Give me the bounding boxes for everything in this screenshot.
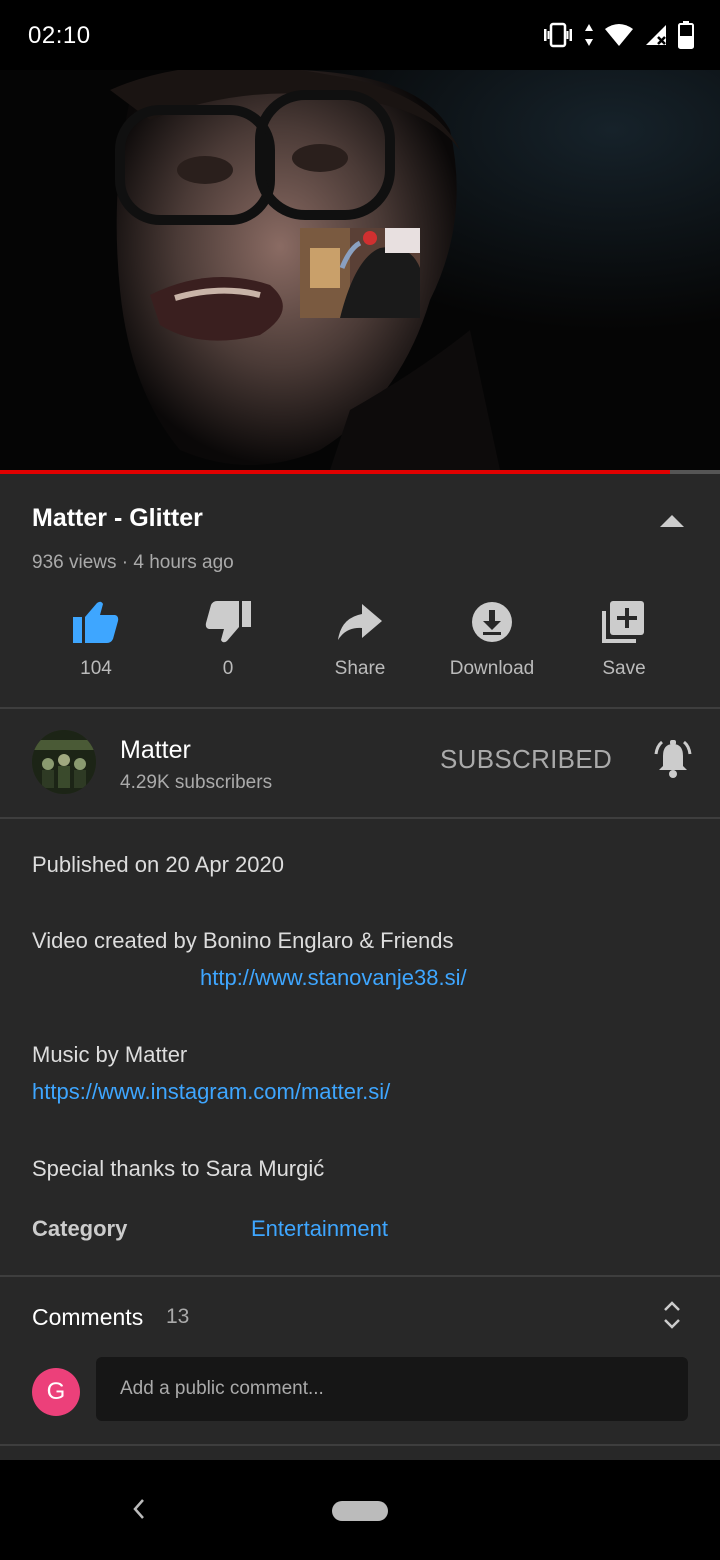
thumbs-up-icon: [73, 598, 119, 646]
description-line-thanks: Special thanks to Sara Murgić: [32, 1156, 325, 1181]
download-button[interactable]: Download: [426, 598, 558, 688]
video-meta: 936 views · 4 hours ago: [32, 552, 234, 573]
wifi-icon: [604, 23, 634, 47]
add-comment-input[interactable]: Add a public comment...: [96, 1357, 688, 1421]
action-bar: 104 0 Share Download Save: [30, 598, 690, 688]
divider: [0, 1444, 720, 1446]
expand-icon: [663, 1300, 681, 1335]
expand-comments-button[interactable]: [656, 1300, 688, 1334]
video-details: Matter - Glitter 936 views · 4 hours ago…: [0, 474, 720, 1460]
save-playlist-icon: [602, 598, 646, 646]
dislike-button[interactable]: 0: [162, 598, 294, 688]
share-label: Share: [334, 658, 386, 679]
status-icons: [542, 20, 694, 50]
notification-bell-icon: [652, 738, 694, 785]
video-inset-image: [300, 228, 420, 318]
channel-subscribers: 4.29K subscribers: [120, 772, 273, 793]
navigation-bar: [0, 1460, 720, 1560]
video-player[interactable]: [0, 70, 720, 470]
description-link-website[interactable]: http://www.stanovanje38.si/: [200, 965, 467, 991]
save-button[interactable]: Save: [558, 598, 690, 688]
status-time: 02:10: [28, 22, 91, 49]
comments-count: 13: [166, 1305, 190, 1328]
divider: [0, 1275, 720, 1277]
signal-no-data-icon: [644, 23, 668, 47]
home-pill-icon[interactable]: [332, 1501, 388, 1521]
thumbs-down-icon: [205, 598, 251, 646]
back-icon: [132, 1498, 146, 1525]
save-label: Save: [602, 658, 646, 679]
description-link-instagram[interactable]: https://www.instagram.com/matter.si/: [32, 1079, 390, 1105]
channel-name[interactable]: Matter: [120, 736, 191, 765]
like-button[interactable]: 104: [30, 598, 162, 688]
published-date: Published on 20 Apr 2020: [32, 852, 284, 877]
notification-bell-button[interactable]: [648, 736, 698, 786]
comments-header[interactable]: Comments: [32, 1304, 143, 1331]
divider: [0, 817, 720, 819]
share-button[interactable]: Share: [294, 598, 426, 688]
description-line-music: Music by Matter: [32, 1042, 188, 1067]
download-icon: [471, 598, 513, 646]
video-title: Matter - Glitter: [32, 504, 203, 532]
vibrate-icon: [542, 22, 574, 48]
status-bar: 02:10: [0, 0, 720, 70]
divider: [0, 707, 720, 709]
download-label: Download: [449, 658, 535, 679]
user-avatar: G: [32, 1368, 80, 1416]
category-link[interactable]: Entertainment: [251, 1216, 388, 1242]
share-icon: [338, 598, 382, 646]
collapse-description-button[interactable]: [650, 510, 694, 536]
category-label: Category: [32, 1216, 128, 1241]
channel-avatar[interactable]: [32, 730, 96, 794]
data-transfer-icon: [584, 22, 594, 48]
like-count: 104: [80, 658, 112, 679]
back-button[interactable]: [124, 1496, 154, 1526]
subscribed-button[interactable]: SUBSCRIBED: [440, 744, 612, 775]
battery-icon: [678, 21, 694, 49]
dislike-count: 0: [222, 658, 234, 679]
description-line-credits: Video created by Bonino Englaro & Friend…: [32, 928, 454, 953]
chevron-up-icon: [659, 514, 685, 533]
